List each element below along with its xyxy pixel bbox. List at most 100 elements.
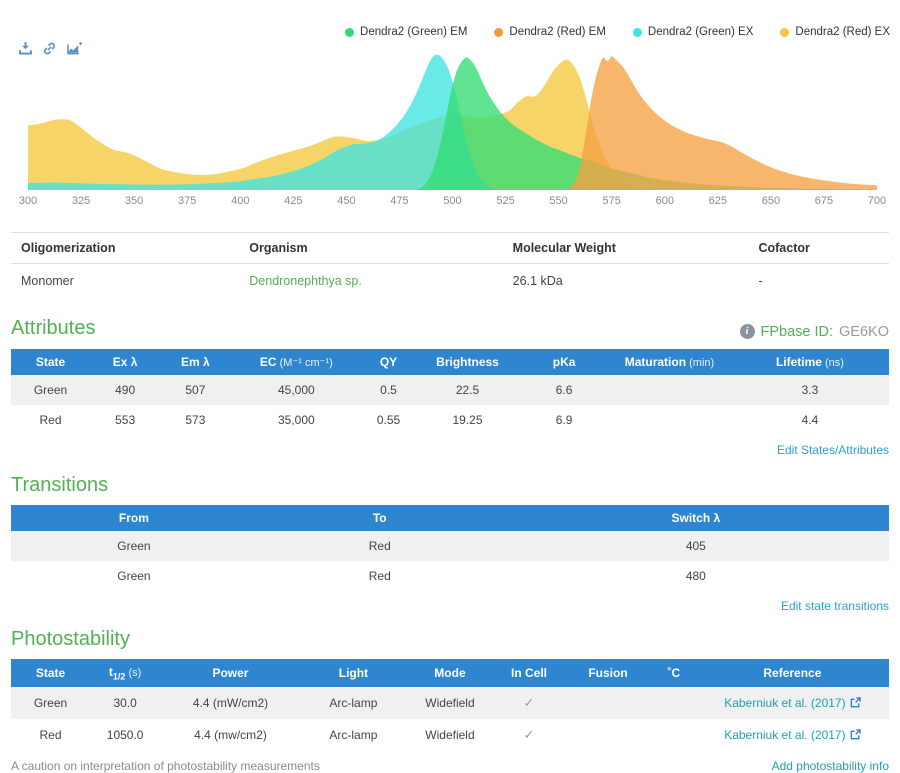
spectra-svg[interactable]: 3003253503754004254504755005255505756006… (0, 44, 900, 212)
legend-dot-icon (780, 28, 789, 37)
column-header: To (257, 505, 503, 531)
legend-label: Dendra2 (Red) EX (795, 26, 890, 38)
x-axis-tick: 350 (125, 195, 143, 207)
chart-legend: Dendra2 (Green) EM Dendra2 (Red) EM Dendra… (345, 26, 890, 38)
column-header: State (11, 659, 90, 687)
table-cell: 6.9 (520, 405, 608, 435)
transitions-title: Transitions (11, 474, 889, 496)
check-icon: ✓ (524, 695, 535, 710)
fpbase-id-label: FPbase ID: (761, 324, 834, 340)
x-axis-tick: 600 (656, 195, 674, 207)
header-row: Statet1/2 (s)PowerLightModeIn CellFusion… (11, 659, 889, 687)
table-cell: 4.4 (731, 405, 889, 435)
column-header: Reference (696, 659, 889, 687)
table-cell: 30.0 (90, 687, 160, 719)
column-header: Switch λ (503, 505, 889, 531)
spectra-chart[interactable]: Dendra2 (Green) EM Dendra2 (Red) EM Dendra… (0, 0, 900, 216)
table-row: GreenRed480 (11, 561, 889, 591)
fpbase-id-badge: i FPbase ID: GE6KO (740, 324, 890, 340)
table-cell: 573 (160, 405, 230, 435)
table-cell: 507 (160, 375, 230, 405)
table-row: MonomerDendronephthya sp.26.1 kDa- (11, 264, 889, 299)
reference-link[interactable]: Kaberniuk et al. (2017) (724, 696, 845, 710)
column-header: Lifetime (ns) (731, 349, 889, 375)
column-header: Brightness (415, 349, 520, 375)
table-cell: 6.6 (520, 375, 608, 405)
table-cell: 35,000 (230, 405, 362, 435)
column-header: Cofactor (748, 233, 889, 264)
column-header: Em λ (160, 349, 230, 375)
chart-add-icon[interactable] (66, 41, 81, 56)
table-cell (608, 405, 731, 435)
legend-item[interactable]: Dendra2 (Red) EX (780, 26, 890, 38)
column-header: Organism (239, 233, 502, 264)
x-axis-tick: 325 (72, 195, 90, 207)
x-axis-tick: 475 (390, 195, 408, 207)
organism-link[interactable]: Dendronephthya sp. (249, 274, 362, 288)
column-header: Ex λ (90, 349, 160, 375)
column-header: In Cell (494, 659, 564, 687)
x-axis-tick: 450 (337, 195, 355, 207)
legend-item[interactable]: Dendra2 (Green) EM (345, 26, 467, 38)
column-header: Maturation (min) (608, 349, 731, 375)
table-cell: Red (11, 405, 90, 435)
table-cell: Red (257, 531, 503, 561)
table-cell: 3.3 (731, 375, 889, 405)
table-cell: 0.55 (362, 405, 415, 435)
fpbase-id-value: GE6KO (839, 324, 889, 340)
x-axis-tick: 500 (443, 195, 461, 207)
spectrum-area-dendra2-red-em[interactable] (565, 56, 877, 190)
edit-states-link[interactable]: Edit States/Attributes (777, 443, 889, 457)
protein-info-table: OligomerizationOrganismMolecular WeightC… (11, 232, 889, 298)
x-axis-tick: 425 (284, 195, 302, 207)
legend-dot-icon (345, 28, 354, 37)
column-header: Fusion (564, 659, 652, 687)
download-icon[interactable] (18, 41, 33, 56)
info-icon[interactable]: i (740, 324, 755, 339)
table-cell: Red (11, 719, 90, 751)
table-cell: 1050.0 (90, 719, 160, 751)
x-axis-tick: 400 (231, 195, 249, 207)
table-cell: 0.5 (362, 375, 415, 405)
photostability-table: Statet1/2 (s)PowerLightModeIn CellFusion… (11, 659, 889, 751)
table-cell: Widefield (406, 687, 494, 719)
external-link-icon[interactable] (850, 729, 861, 740)
table-row: Green49050745,0000.522.56.63.3 (11, 375, 889, 405)
table-cell (652, 687, 696, 719)
table-cell: 26.1 kDa (503, 264, 749, 299)
x-axis-tick: 625 (709, 195, 727, 207)
table-cell: Green (11, 687, 90, 719)
column-header: From (11, 505, 257, 531)
column-header: QY (362, 349, 415, 375)
table-cell: 490 (90, 375, 160, 405)
legend-item[interactable]: Dendra2 (Green) EX (633, 26, 753, 38)
table-cell: 405 (503, 531, 889, 561)
table-cell: 480 (503, 561, 889, 591)
edit-transitions-link[interactable]: Edit state transitions (781, 599, 889, 613)
external-link-icon[interactable] (850, 697, 861, 708)
table-cell (564, 687, 652, 719)
x-axis-tick: 575 (603, 195, 621, 207)
table-cell: - (748, 264, 889, 299)
legend-label: Dendra2 (Red) EM (509, 26, 606, 38)
attributes-table: StateEx λEm λEC (M⁻¹ cm⁻¹)QYBrightnesspK… (11, 349, 889, 435)
x-axis-tick: 300 (19, 195, 37, 207)
x-axis-tick: 550 (549, 195, 567, 207)
legend-label: Dendra2 (Green) EM (360, 26, 467, 38)
add-photostability-link[interactable]: Add photostability info (772, 759, 889, 773)
table-cell: Widefield (406, 719, 494, 751)
x-axis-tick: 700 (868, 195, 886, 207)
table-cell: Kaberniuk et al. (2017) (696, 719, 889, 751)
header-row: OligomerizationOrganismMolecular WeightC… (11, 233, 889, 264)
table-cell: 553 (90, 405, 160, 435)
table-cell: ✓ (494, 687, 564, 719)
column-header: Oligomerization (11, 233, 239, 264)
table-cell: Green (11, 561, 257, 591)
table-row: Red55357335,0000.5519.256.94.4 (11, 405, 889, 435)
photostability-caution-link[interactable]: A caution on interpretation of photostab… (11, 759, 320, 773)
column-header: pKa (520, 349, 608, 375)
legend-item[interactable]: Dendra2 (Red) EM (494, 26, 606, 38)
table-cell: Arc-lamp (301, 687, 406, 719)
legend-dot-icon (494, 28, 503, 37)
link-icon[interactable] (42, 41, 57, 56)
